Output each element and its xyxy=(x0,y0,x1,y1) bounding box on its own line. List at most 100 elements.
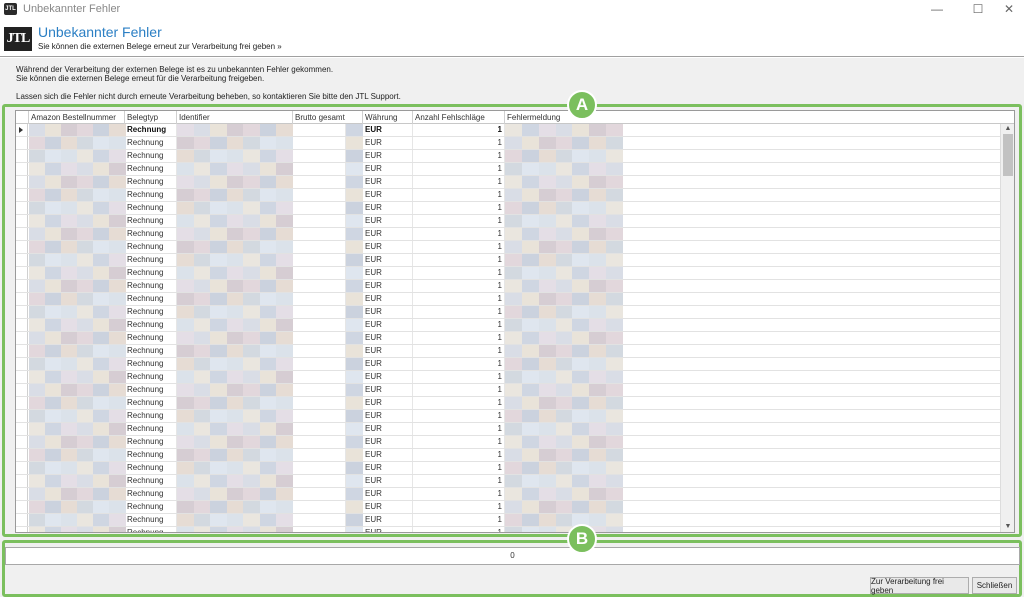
cell-currency[interactable]: EUR xyxy=(363,488,413,500)
col-identifier[interactable]: Identifier xyxy=(177,111,293,124)
cell-document-type[interactable]: Rechnung xyxy=(125,137,177,149)
table-row[interactable]: Rechnung EUR 1 xyxy=(16,410,1001,423)
table-row[interactable]: Rechnung EUR 1 xyxy=(16,423,1001,436)
cell-gross-total[interactable] xyxy=(293,267,346,279)
row-selector[interactable] xyxy=(16,306,28,318)
cell-document-type[interactable]: Rechnung xyxy=(125,215,177,227)
cell-gross-total[interactable] xyxy=(293,176,346,188)
cell-gross-total[interactable] xyxy=(293,254,346,266)
table-row[interactable]: Rechnung EUR 1 xyxy=(16,176,1001,189)
table-row[interactable]: Rechnung EUR 1 xyxy=(16,241,1001,254)
row-selector[interactable] xyxy=(16,501,28,513)
cell-failure-count[interactable]: 1 xyxy=(413,436,505,448)
row-selector[interactable] xyxy=(16,124,28,136)
cell-gross-total[interactable] xyxy=(293,527,346,532)
row-selector[interactable] xyxy=(16,332,28,344)
col-failure-count[interactable]: Anzahl Fehlschläge xyxy=(413,111,505,124)
cell-currency[interactable]: EUR xyxy=(363,137,413,149)
cell-gross-total[interactable] xyxy=(293,462,346,474)
cell-failure-count[interactable]: 1 xyxy=(413,384,505,396)
cell-failure-count[interactable]: 1 xyxy=(413,228,505,240)
row-selector[interactable] xyxy=(16,280,28,292)
table-row[interactable]: Rechnung EUR 1 xyxy=(16,254,1001,267)
row-selector[interactable] xyxy=(16,163,28,175)
table-row[interactable]: Rechnung EUR 1 xyxy=(16,501,1001,514)
cell-failure-count[interactable]: 1 xyxy=(413,488,505,500)
cell-document-type[interactable]: Rechnung xyxy=(125,410,177,422)
row-selector[interactable] xyxy=(16,449,28,461)
cell-currency[interactable]: EUR xyxy=(363,254,413,266)
row-selector[interactable] xyxy=(16,462,28,474)
cell-failure-count[interactable]: 1 xyxy=(413,475,505,487)
row-selector[interactable] xyxy=(16,345,28,357)
table-row[interactable]: Rechnung EUR 1 xyxy=(16,449,1001,462)
cell-currency[interactable]: EUR xyxy=(363,410,413,422)
cell-currency[interactable]: EUR xyxy=(363,267,413,279)
col-document-type[interactable]: Belegtyp xyxy=(125,111,177,124)
cell-document-type[interactable]: Rechnung xyxy=(125,124,177,136)
cell-currency[interactable]: EUR xyxy=(363,501,413,513)
cell-failure-count[interactable]: 1 xyxy=(413,345,505,357)
row-selector[interactable] xyxy=(16,527,28,532)
cell-currency[interactable]: EUR xyxy=(363,280,413,292)
row-selector[interactable] xyxy=(16,319,28,331)
row-selector[interactable] xyxy=(16,202,28,214)
table-row[interactable]: Rechnung EUR 1 xyxy=(16,150,1001,163)
cell-document-type[interactable]: Rechnung xyxy=(125,293,177,305)
row-selector[interactable] xyxy=(16,514,28,526)
cell-gross-total[interactable] xyxy=(293,293,346,305)
table-row[interactable]: Rechnung EUR 1 xyxy=(16,319,1001,332)
cell-failure-count[interactable]: 1 xyxy=(413,137,505,149)
cell-document-type[interactable]: Rechnung xyxy=(125,358,177,370)
cell-currency[interactable]: EUR xyxy=(363,124,413,136)
cell-gross-total[interactable] xyxy=(293,410,346,422)
cell-failure-count[interactable]: 1 xyxy=(413,527,505,532)
minimize-button[interactable]: — xyxy=(922,0,952,18)
row-selector[interactable] xyxy=(16,410,28,422)
cell-gross-total[interactable] xyxy=(293,241,346,253)
cell-currency[interactable]: EUR xyxy=(363,332,413,344)
cell-currency[interactable]: EUR xyxy=(363,345,413,357)
cell-failure-count[interactable]: 1 xyxy=(413,462,505,474)
cell-currency[interactable]: EUR xyxy=(363,449,413,461)
cell-document-type[interactable]: Rechnung xyxy=(125,436,177,448)
cell-currency[interactable]: EUR xyxy=(363,475,413,487)
table-row[interactable]: Rechnung EUR 1 xyxy=(16,202,1001,215)
cell-currency[interactable]: EUR xyxy=(363,371,413,383)
cell-currency[interactable]: EUR xyxy=(363,241,413,253)
table-row[interactable]: Rechnung EUR 1 xyxy=(16,397,1001,410)
cell-document-type[interactable]: Rechnung xyxy=(125,527,177,532)
row-selector[interactable] xyxy=(16,488,28,500)
cell-failure-count[interactable]: 1 xyxy=(413,423,505,435)
cell-document-type[interactable]: Rechnung xyxy=(125,501,177,513)
cell-failure-count[interactable]: 1 xyxy=(413,306,505,318)
cell-currency[interactable]: EUR xyxy=(363,215,413,227)
cell-document-type[interactable]: Rechnung xyxy=(125,280,177,292)
cell-document-type[interactable]: Rechnung xyxy=(125,514,177,526)
cell-gross-total[interactable] xyxy=(293,319,346,331)
row-selector[interactable] xyxy=(16,267,28,279)
cell-currency[interactable]: EUR xyxy=(363,189,413,201)
row-selector[interactable] xyxy=(16,228,28,240)
cell-currency[interactable]: EUR xyxy=(363,202,413,214)
cell-document-type[interactable]: Rechnung xyxy=(125,228,177,240)
table-row[interactable]: Rechnung EUR 1 xyxy=(16,527,1001,532)
cell-document-type[interactable]: Rechnung xyxy=(125,475,177,487)
table-row[interactable]: Rechnung EUR 1 xyxy=(16,228,1001,241)
cell-document-type[interactable]: Rechnung xyxy=(125,241,177,253)
table-row[interactable]: Rechnung EUR 1 xyxy=(16,332,1001,345)
cell-currency[interactable]: EUR xyxy=(363,527,413,532)
cell-currency[interactable]: EUR xyxy=(363,176,413,188)
cell-document-type[interactable]: Rechnung xyxy=(125,384,177,396)
cell-failure-count[interactable]: 1 xyxy=(413,319,505,331)
cell-gross-total[interactable] xyxy=(293,501,346,513)
table-row[interactable]: Rechnung EUR 1 xyxy=(16,293,1001,306)
row-selector[interactable] xyxy=(16,423,28,435)
close-window-button[interactable]: ✕ xyxy=(994,0,1024,18)
table-row[interactable]: Rechnung EUR 1 xyxy=(16,189,1001,202)
cell-failure-count[interactable]: 1 xyxy=(413,501,505,513)
table-row[interactable]: Rechnung EUR 1 xyxy=(16,514,1001,527)
cell-failure-count[interactable]: 1 xyxy=(413,215,505,227)
row-selector[interactable] xyxy=(16,384,28,396)
cell-currency[interactable]: EUR xyxy=(363,358,413,370)
